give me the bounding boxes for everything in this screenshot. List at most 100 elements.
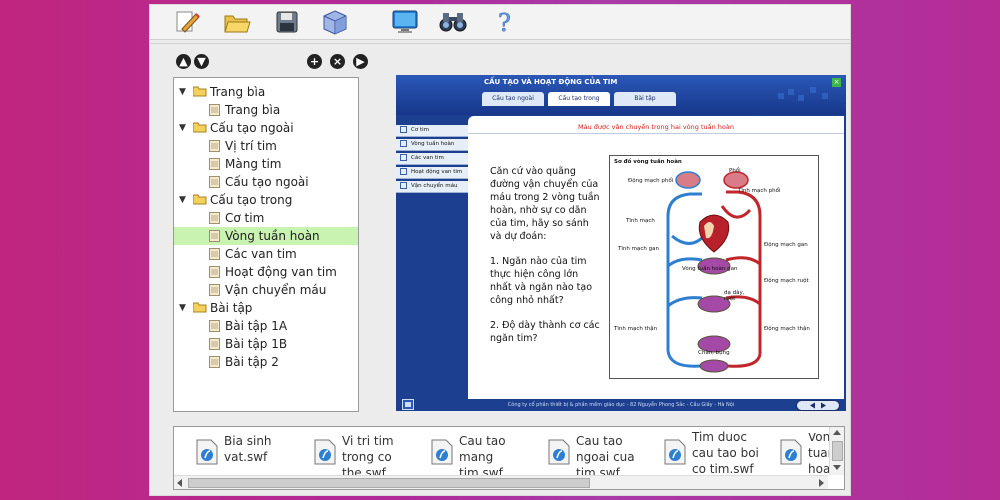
tree-item-label: Hoạt động van tim — [225, 265, 337, 279]
tree-item-label: Trang bìa — [225, 103, 281, 117]
label-dong-mach-gan: Động mạch gan — [764, 242, 808, 248]
viewer-nav-vong-tuan-hoan[interactable]: Vòng tuần hoàn — [396, 139, 470, 151]
tree-group-bai-tap[interactable]: ▼ Bài tập — [174, 299, 358, 317]
flash-file-icon — [548, 439, 570, 465]
decor-grid-icon — [778, 87, 828, 101]
move-down-button[interactable]: ▼ — [194, 54, 209, 69]
tree-item[interactable]: Các van tim — [174, 245, 358, 263]
nav-bullet-icon — [400, 168, 407, 175]
tree-group-trang-bia[interactable]: ▼ Trang bìa — [174, 83, 358, 101]
tree-item-label: Vòng tuần hoàn — [225, 229, 320, 243]
file-name: Tim duoc cau tao boi co tim.swf — [692, 430, 759, 476]
label-chan-bung: Chân, bụng — [698, 350, 730, 356]
tree-group-cau-tao-trong[interactable]: ▼ Cấu tạo trong — [174, 191, 358, 209]
nav-bullet-icon — [400, 140, 407, 147]
toolbar: ? — [150, 5, 850, 40]
tree-item[interactable]: Bài tập 2 — [174, 353, 358, 371]
tree-group-label: Cấu tạo trong — [210, 193, 293, 207]
tree-item-label: Màng tim — [225, 157, 282, 171]
tree-item-selected[interactable]: Vòng tuần hoàn — [174, 227, 358, 245]
expand-triangle-icon[interactable]: ▼ — [179, 299, 187, 317]
app-window: ? ▲ ▼ + × ▶ ▼ Trang bìa Trang bìa ▼ Cấu … — [150, 5, 850, 495]
tree-item[interactable]: Bài tập 1B — [174, 335, 358, 353]
file-item[interactable]: Bia sinh vat.swf — [196, 433, 306, 473]
tree-group-cau-tao-ngoai[interactable]: ▼ Cấu tạo ngoài — [174, 119, 358, 137]
viewer-nav-van-chuyen-mau[interactable]: Vận chuyển máu — [396, 181, 470, 193]
viewer-close-button[interactable]: × — [832, 78, 841, 87]
tree-item[interactable]: Trang bìa — [174, 101, 358, 119]
scroll-right-icon[interactable] — [819, 479, 824, 487]
scroll-left-icon[interactable] — [177, 479, 182, 487]
file-item[interactable]: Tim duoc cau tao boi co tim.swf — [664, 430, 774, 476]
page-icon — [209, 176, 220, 188]
binoculars-icon[interactable] — [438, 8, 468, 36]
move-up-button[interactable]: ▲ — [176, 54, 191, 69]
tab-bai-tap[interactable]: Bài tập — [614, 92, 676, 106]
cube-icon[interactable] — [320, 8, 350, 36]
flash-file-icon — [314, 439, 336, 465]
monitor-icon[interactable] — [390, 8, 420, 36]
vertical-scroll-thumb[interactable] — [832, 441, 843, 461]
label-dong-mach-than: Động mạch thận — [764, 326, 810, 332]
label-dong-mach-phoi: Động mạch phổi — [628, 178, 674, 184]
tree-item-label: Cơ tim — [225, 211, 265, 225]
viewer-nav-cac-van-tim[interactable]: Các van tim — [396, 153, 470, 165]
toolbar-divider — [150, 43, 850, 44]
nav-bullet-icon — [400, 182, 407, 189]
folder-icon — [193, 86, 207, 97]
label-tinh-mach-phoi: Tĩnh mạch phổi — [738, 188, 781, 194]
add-button[interactable]: + — [307, 54, 322, 69]
label-phoi: Phổi — [729, 168, 741, 174]
page-icon — [209, 230, 220, 242]
tree-group-label: Bài tập — [210, 301, 253, 315]
viewer-nav-label: Các van tim — [411, 155, 444, 161]
expand-triangle-icon[interactable]: ▼ — [179, 119, 187, 137]
viewer-nav-label: Hoạt động van tim — [411, 169, 463, 175]
viewer-nav-label: Vòng tuần hoàn — [411, 141, 455, 147]
scroll-up-icon[interactable] — [833, 430, 841, 435]
svg-text:?: ? — [498, 9, 511, 35]
file-item[interactable]: Cau tao mang tim.swf — [431, 433, 541, 480]
tab-cau-tao-trong[interactable]: Cấu tạo trong — [548, 92, 610, 106]
vertical-scrollbar[interactable] — [829, 427, 844, 475]
save-disk-icon[interactable] — [272, 8, 302, 36]
next-button[interactable]: ▶ — [353, 54, 368, 69]
file-strip: Bia sinh vat.swf Vi tri tim trong co the… — [173, 426, 845, 490]
page-icon — [209, 212, 220, 224]
file-item[interactable]: Vi tri tim trong co the.swf — [314, 433, 424, 480]
remove-button[interactable]: × — [330, 54, 345, 69]
viewer-nav-co-tim[interactable]: Cơ tim — [396, 125, 470, 137]
tree-item[interactable]: Bài tập 1A — [174, 317, 358, 335]
label-vong-tuan-hoan-gan: Vòng tuần hoàn gan — [682, 266, 738, 272]
expand-triangle-icon[interactable]: ▼ — [179, 191, 187, 209]
tree-item[interactable]: Màng tim — [174, 155, 358, 173]
tree-group-label: Cấu tạo ngoài — [210, 121, 294, 135]
horizontal-scrollbar[interactable] — [174, 475, 828, 489]
page-icon — [209, 284, 220, 296]
prev-next-icon[interactable] — [796, 400, 840, 411]
question-intro: Căn cứ vào quãng đường vận chuyển của má… — [490, 166, 600, 242]
file-name: Cau tao mang tim.swf — [459, 434, 506, 480]
horizontal-scroll-thumb[interactable] — [188, 478, 590, 488]
home-icon[interactable] — [402, 399, 414, 410]
flash-file-icon — [196, 439, 218, 465]
tree-item[interactable]: Cơ tim — [174, 209, 358, 227]
open-folder-icon[interactable] — [222, 8, 252, 36]
viewer-nav-hoat-dong-van-tim[interactable]: Hoạt động van tim — [396, 167, 470, 179]
tree-item-label: Cấu tạo ngoài — [225, 175, 309, 189]
folder-icon — [193, 122, 207, 133]
tree-item[interactable]: Vận chuyển máu — [174, 281, 358, 299]
nav-bullet-icon — [400, 126, 407, 133]
help-icon[interactable]: ? — [490, 8, 520, 36]
tab-cau-tao-ngoai[interactable]: Cấu tạo ngoài — [482, 92, 544, 106]
file-item[interactable]: Cau tao ngoai cua tim.swf — [548, 433, 658, 480]
page-icon — [209, 140, 220, 152]
viewer-footer: Công ty cổ phần thiết bị & phần mềm giáo… — [507, 402, 735, 408]
tree-item[interactable]: Hoạt động van tim — [174, 263, 358, 281]
tree-item[interactable]: Vị trí tim — [174, 137, 358, 155]
scroll-down-icon[interactable] — [833, 465, 841, 470]
edit-icon[interactable] — [172, 8, 202, 36]
expand-triangle-icon[interactable]: ▼ — [179, 83, 187, 101]
tree-item[interactable]: Cấu tạo ngoài — [174, 173, 358, 191]
page-icon — [209, 338, 220, 350]
